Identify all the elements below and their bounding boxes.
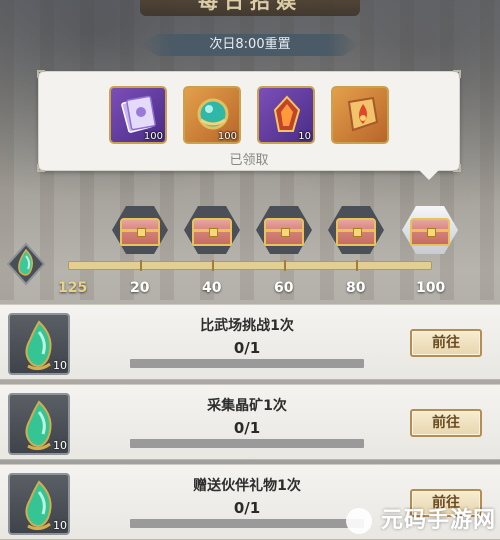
- flame-badge-icon: [347, 96, 379, 132]
- reward-item[interactable]: 10: [257, 86, 315, 144]
- milestone-label: 100: [416, 280, 446, 296]
- task-row: 10 采集晶矿1次 0/1 前往: [0, 384, 500, 460]
- treasure-chest-icon: [192, 218, 232, 246]
- go-button[interactable]: 前往: [410, 329, 482, 357]
- claimed-status-label: 已领取: [229, 153, 269, 168]
- task-progress-text: 0/1: [233, 499, 261, 517]
- item-count: 10: [298, 131, 311, 142]
- progress-tick: [284, 260, 286, 271]
- milestone-chest[interactable]: [328, 206, 384, 254]
- reward-item[interactable]: 100: [109, 86, 167, 144]
- reward-count: 10: [53, 519, 67, 532]
- go-button[interactable]: 前往: [410, 409, 482, 437]
- milestone-label: 40: [202, 280, 222, 296]
- progress-tick: [212, 260, 214, 271]
- reward-item-list: 100 100 10: [109, 86, 389, 144]
- milestone-label: 80: [346, 280, 366, 296]
- activity-points-icon: [6, 242, 46, 286]
- watermark-logo-icon: [346, 508, 372, 534]
- task-title: 采集晶矿1次: [207, 398, 287, 414]
- activity-progress-bar: [68, 261, 432, 270]
- treasure-chest-icon: [264, 218, 304, 246]
- panel-corner-decoration: [37, 70, 45, 78]
- progress-tick: [356, 260, 358, 271]
- task-reward-slot[interactable]: 10: [8, 393, 70, 455]
- reward-preview-panel: 100 100 10 已领取: [37, 70, 461, 180]
- fire-crystal-icon: [273, 95, 301, 132]
- treasure-chest-icon: [120, 218, 160, 246]
- task-progress-text: 0/1: [233, 339, 261, 357]
- jade-orb-icon: [197, 98, 229, 130]
- purple-book-icon: [121, 95, 156, 133]
- reward-item[interactable]: [331, 86, 389, 144]
- milestone-label: 20: [130, 280, 150, 296]
- milestone-chest[interactable]: [112, 206, 168, 254]
- reward-count: 10: [53, 359, 67, 372]
- task-progress-text: 0/1: [233, 419, 261, 437]
- progress-tick: [140, 260, 142, 271]
- task-progress-bar: [130, 439, 364, 448]
- task-reward-slot[interactable]: 10: [8, 473, 70, 535]
- milestone-chest-selected[interactable]: [402, 206, 458, 254]
- reward-item[interactable]: 100: [183, 86, 241, 144]
- watermark-text: 元码手游网: [380, 508, 496, 533]
- panel-corner-decoration: [453, 70, 461, 78]
- page-title: 每日招娱: [140, 0, 360, 16]
- task-progress-bar: [130, 359, 364, 368]
- reset-time-label: 次日8:00重置: [140, 34, 360, 56]
- task-progress-bar: [130, 519, 364, 528]
- milestone-chest[interactable]: [256, 206, 312, 254]
- treasure-chest-icon: [336, 218, 376, 246]
- task-row: 10 比武场挑战1次 0/1 前往: [0, 304, 500, 380]
- item-count: 100: [217, 131, 237, 142]
- task-title: 赠送伙伴礼物1次: [193, 478, 301, 494]
- treasure-chest-icon: [410, 218, 450, 246]
- task-title: 比武场挑战1次: [200, 318, 294, 334]
- current-points: 125: [58, 280, 88, 296]
- milestone-label: 60: [274, 280, 294, 296]
- item-count: 100: [143, 131, 163, 142]
- reward-count: 10: [53, 439, 67, 452]
- milestone-chest[interactable]: [184, 206, 240, 254]
- task-reward-slot[interactable]: 10: [8, 313, 70, 375]
